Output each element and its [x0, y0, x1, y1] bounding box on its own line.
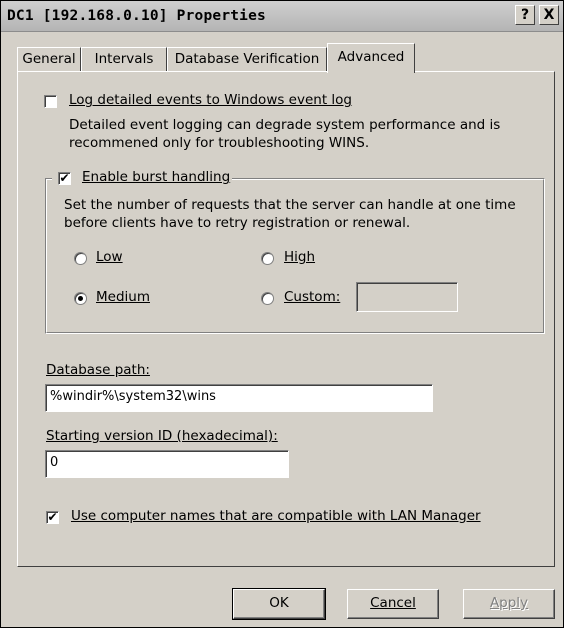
title-bar[interactable]: DC1 [192.168.0.10] Properties ? X — [1, 1, 563, 32]
custom-radio[interactable] — [261, 292, 274, 305]
log-events-label[interactable]: Log detailed events to Windows event log — [69, 92, 352, 108]
database-path-input[interactable]: %windir%\system32\wins — [45, 384, 433, 412]
medium-radio[interactable] — [74, 292, 87, 305]
lan-manager-checkbox[interactable]: ✔ — [46, 511, 59, 524]
starting-version-input[interactable]: 0 — [45, 450, 289, 478]
tab-database-verification[interactable]: Database Verification — [167, 47, 327, 71]
medium-label[interactable]: Medium — [96, 289, 150, 305]
low-label[interactable]: Low — [96, 249, 123, 265]
burst-description-line2: before clients have to retry registratio… — [64, 215, 411, 231]
cancel-label: Cancel — [370, 595, 416, 611]
properties-dialog: DC1 [192.168.0.10] Properties ? X Genera… — [0, 0, 564, 628]
tab-advanced[interactable]: Advanced — [327, 43, 415, 73]
advanced-tab-page: Log detailed events to Windows event log… — [17, 71, 555, 567]
tab-general[interactable]: General — [17, 47, 81, 71]
starting-version-label: Starting version ID (hexadecimal): — [46, 428, 278, 444]
tab-strip: General Intervals Database Verification … — [1, 31, 563, 73]
custom-value-input[interactable] — [356, 282, 458, 312]
log-events-description-line1: Detailed event logging can degrade syste… — [69, 117, 501, 133]
high-label[interactable]: High — [284, 249, 315, 265]
lan-manager-label[interactable]: Use computer names that are compatible w… — [71, 508, 481, 524]
tab-intervals[interactable]: Intervals — [81, 47, 167, 71]
log-events-description-line2: recommened only for troubleshooting WINS… — [69, 135, 370, 151]
medium-radio-dot — [78, 296, 83, 301]
burst-handling-checkbox[interactable]: ✔ — [58, 172, 71, 185]
burst-description-line1: Set the number of requests that the serv… — [64, 197, 516, 213]
help-button[interactable]: ? — [515, 5, 535, 25]
custom-label[interactable]: Custom: — [284, 289, 340, 305]
cancel-button[interactable]: Cancel — [347, 589, 439, 619]
apply-button[interactable]: Apply — [463, 589, 555, 619]
ok-label: OK — [269, 595, 289, 611]
burst-handling-label[interactable]: Enable burst handling — [82, 169, 230, 185]
ok-button[interactable]: OK — [232, 588, 326, 620]
window-title: DC1 [192.168.0.10] Properties — [7, 8, 266, 24]
apply-label: Apply — [489, 595, 529, 611]
low-radio[interactable] — [74, 252, 87, 265]
close-button[interactable]: X — [539, 5, 559, 25]
log-events-checkbox[interactable] — [44, 95, 57, 108]
high-radio[interactable] — [261, 252, 274, 265]
burst-group-header: ✔ Enable burst handling — [52, 168, 232, 188]
database-path-label: Database path: — [46, 362, 150, 378]
